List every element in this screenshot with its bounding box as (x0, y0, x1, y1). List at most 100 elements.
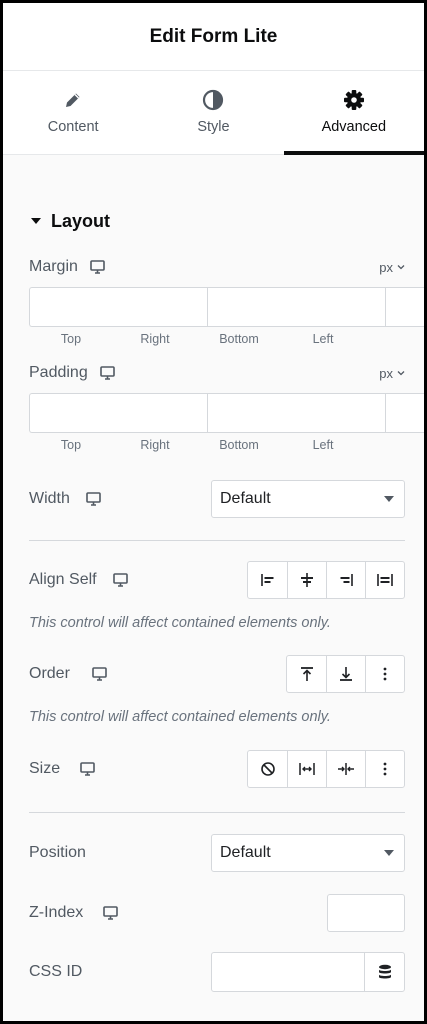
align-stretch-button[interactable] (365, 562, 404, 598)
tab-style[interactable]: Style (143, 71, 283, 154)
padding-side-labels: Top Right Bottom Left (29, 438, 405, 452)
position-control: Position Default (29, 834, 405, 872)
margin-bottom-input[interactable] (385, 287, 424, 327)
padding-unit: px (379, 365, 393, 381)
css-id-label: CSS ID (29, 963, 83, 980)
align-start-button[interactable] (248, 562, 287, 598)
align-self-buttons (247, 561, 405, 599)
desktop-icon[interactable] (80, 762, 95, 776)
z-index-label-wrap: Z-Index (29, 904, 119, 922)
size-grow-button[interactable] (287, 751, 326, 787)
order-more-button[interactable] (365, 656, 404, 692)
panel-header: Edit Form Lite (3, 3, 424, 71)
z-index-control: Z-Index (29, 894, 405, 932)
padding-label: Padding (29, 364, 88, 381)
align-end-button[interactable] (326, 562, 365, 598)
z-index-label: Z-Index (29, 904, 84, 921)
align-start-icon (260, 572, 276, 588)
margin-right-input[interactable] (207, 287, 385, 327)
position-label: Position (29, 844, 86, 861)
tab-advanced[interactable]: Advanced (283, 71, 424, 155)
margin-unit: px (379, 259, 393, 275)
align-center-button[interactable] (287, 562, 326, 598)
editor-panel: Edit Form Lite Content Style Advanced La… (3, 3, 424, 1021)
none-icon (260, 761, 276, 777)
shrink-icon (337, 761, 355, 777)
width-label-wrap: Width (29, 490, 101, 508)
padding-right-input[interactable] (207, 393, 385, 433)
css-id-input[interactable] (211, 952, 405, 992)
margin-control: Margin px (29, 258, 405, 276)
side-label: Bottom (219, 438, 259, 452)
size-label: Size (29, 760, 61, 777)
align-self-label: Align Self (29, 571, 97, 588)
caret-down-icon (31, 218, 41, 224)
contrast-icon (202, 87, 224, 113)
divider (29, 540, 405, 541)
side-label: Right (140, 332, 170, 346)
padding-label-wrap: Padding (29, 364, 115, 382)
css-id-control: CSS ID (29, 952, 405, 992)
padding-bottom-input[interactable] (385, 393, 424, 433)
tab-advanced-label: Advanced (321, 118, 387, 135)
align-self-note: This control will affect contained eleme… (29, 615, 331, 631)
pencil-icon (63, 87, 83, 113)
desktop-icon[interactable] (86, 492, 101, 506)
side-label: Right (140, 438, 170, 452)
chevron-down-icon (397, 370, 405, 376)
desktop-icon[interactable] (112, 573, 128, 587)
margin-label: Margin (29, 258, 78, 275)
advanced-content: Layout Margin px Top Right Bottom Left P… (3, 155, 424, 1021)
z-index-input[interactable] (327, 894, 405, 932)
gear-icon (343, 87, 365, 113)
more-icon (383, 762, 387, 776)
align-center-icon (299, 572, 315, 588)
order-label: Order (29, 665, 70, 682)
caret-down-icon (384, 496, 394, 502)
more-icon (383, 667, 387, 681)
position-value: Default (220, 844, 271, 861)
order-control: Order (29, 655, 405, 693)
margin-inputs (29, 287, 424, 327)
margin-unit-select[interactable]: px (379, 260, 405, 275)
width-select[interactable]: Default (211, 480, 405, 518)
side-label: Top (60, 438, 82, 452)
panel-title: Edit Form Lite (149, 25, 278, 47)
align-end-icon (338, 572, 354, 588)
side-label: Left (312, 332, 334, 346)
width-control: Width Default (29, 480, 405, 518)
position-select[interactable]: Default (211, 834, 405, 872)
desktop-icon[interactable] (90, 260, 105, 274)
size-label-wrap: Size (29, 760, 95, 778)
desktop-icon[interactable] (92, 667, 107, 681)
desktop-icon[interactable] (103, 906, 119, 920)
caret-down-icon (384, 850, 394, 856)
side-label: Bottom (219, 332, 259, 346)
padding-control: Padding px (29, 364, 405, 382)
margin-top-input[interactable] (29, 287, 207, 327)
size-shrink-button[interactable] (326, 751, 365, 787)
order-buttons (286, 655, 405, 693)
tab-content-label: Content (47, 118, 99, 135)
layout-section-title: Layout (51, 210, 111, 231)
side-label: Top (60, 332, 82, 346)
side-label: Left (312, 438, 334, 452)
order-last-button[interactable] (326, 656, 365, 692)
margin-label-wrap: Margin (29, 258, 105, 276)
size-control: Size (29, 750, 405, 788)
size-more-button[interactable] (365, 751, 404, 787)
padding-top-input[interactable] (29, 393, 207, 433)
margin-side-labels: Top Right Bottom Left (29, 332, 405, 346)
desktop-icon[interactable] (99, 366, 115, 380)
padding-unit-select[interactable]: px (379, 366, 405, 381)
order-first-button[interactable] (287, 656, 326, 692)
order-last-icon (338, 666, 354, 682)
padding-inputs (29, 393, 424, 433)
size-none-button[interactable] (248, 751, 287, 787)
tab-bar: Content Style Advanced (3, 71, 424, 155)
layout-section-toggle[interactable]: Layout (29, 155, 405, 241)
align-self-control: Align Self (29, 561, 405, 599)
align-self-label-wrap: Align Self (29, 571, 128, 589)
tab-content[interactable]: Content (3, 71, 143, 154)
dynamic-tags-button[interactable] (364, 953, 404, 991)
